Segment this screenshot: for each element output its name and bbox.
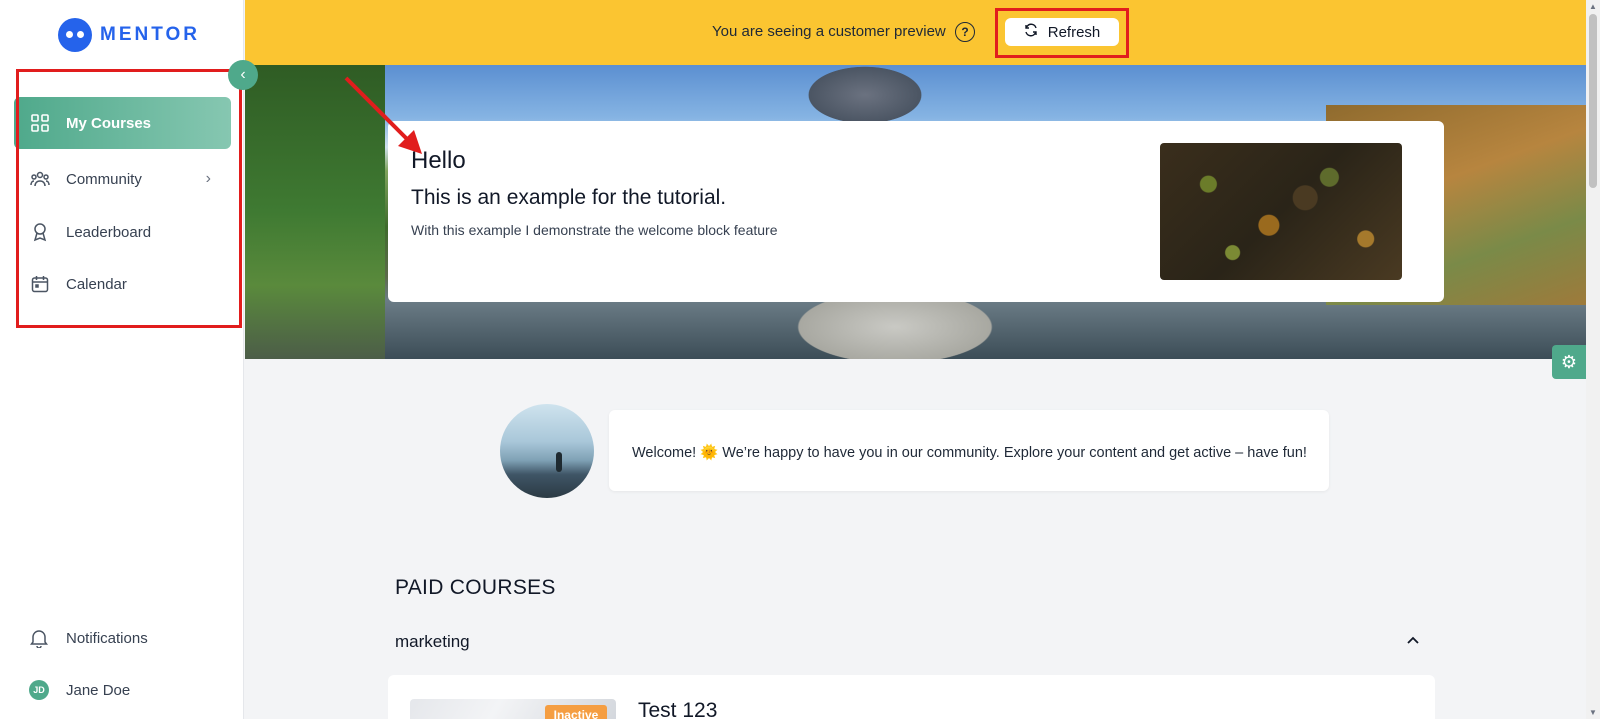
bell-icon xyxy=(28,627,50,649)
settings-gear-icon[interactable]: ⚙ xyxy=(1552,345,1586,379)
course-group-name[interactable]: marketing xyxy=(395,632,470,652)
section-title-paid-courses: PAID COURSES xyxy=(395,576,556,599)
brand-logo[interactable]: MENTOR xyxy=(58,18,200,52)
hero-image xyxy=(1160,143,1402,280)
hero-description: With this example I demonstrate the welc… xyxy=(411,222,778,238)
course-title: Test 123 xyxy=(638,699,718,719)
sidebar-item-profile[interactable]: JD Jane Doe xyxy=(28,679,130,701)
preview-banner: You are seeing a customer preview ? Refr… xyxy=(245,0,1586,65)
hero-banner: Hello This is an example for the tutoria… xyxy=(245,65,1586,359)
page-scrollbar[interactable]: ▲ ▼ xyxy=(1586,0,1600,719)
profile-name: Jane Doe xyxy=(66,681,131,699)
welcome-block-card: Hello This is an example for the tutoria… xyxy=(388,121,1444,302)
hero-subtitle: This is an example for the tutorial. xyxy=(411,186,727,209)
robot-logo-icon xyxy=(58,18,92,52)
sidebar-item-notifications[interactable]: Notifications xyxy=(28,627,148,649)
refresh-icon xyxy=(1024,23,1038,41)
chevron-up-icon[interactable] xyxy=(1406,632,1420,650)
community-avatar xyxy=(500,404,594,498)
preview-text: You are seeing a customer preview xyxy=(712,23,946,40)
scroll-up-icon[interactable]: ▲ xyxy=(1589,2,1597,11)
help-icon[interactable]: ? xyxy=(955,22,975,42)
sidebar-item-label: Notifications xyxy=(66,629,148,647)
welcome-text: Welcome! 🌞 We’re happy to have you in ou… xyxy=(632,445,1307,461)
brand-name: MENTOR xyxy=(100,24,200,45)
scrollbar-thumb[interactable] xyxy=(1589,14,1597,188)
welcome-message-card: Welcome! 🌞 We’re happy to have you in ou… xyxy=(609,410,1329,491)
annotation-arrow xyxy=(344,76,422,154)
course-card[interactable]: Inactive Test 123 xyxy=(388,675,1435,719)
refresh-label: Refresh xyxy=(1047,23,1101,41)
annotation-highlight-nav xyxy=(16,69,242,328)
collapse-sidebar-button[interactable]: ‹ xyxy=(228,60,258,90)
scroll-down-icon[interactable]: ▼ xyxy=(1589,708,1597,717)
avatar: JD xyxy=(28,679,50,701)
avatar-initials: JD xyxy=(29,680,49,700)
status-badge: Inactive xyxy=(545,705,607,719)
refresh-button[interactable]: Refresh xyxy=(1005,18,1119,46)
